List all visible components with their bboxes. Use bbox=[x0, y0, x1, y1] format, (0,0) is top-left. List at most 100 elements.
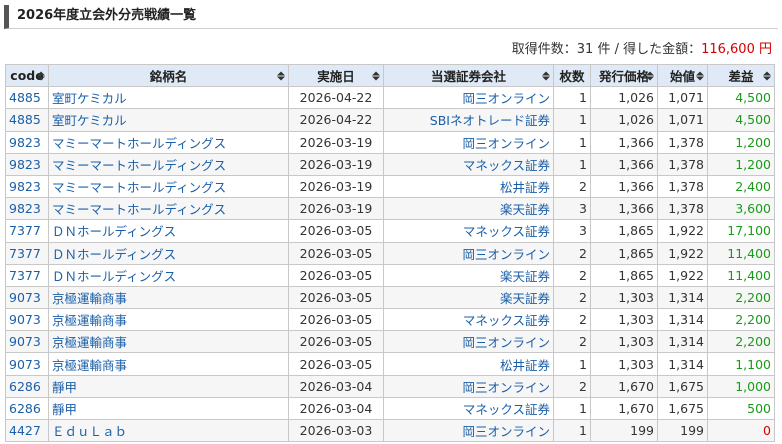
sort-icon[interactable] bbox=[37, 71, 45, 81]
cell-qty: 2 bbox=[553, 308, 591, 332]
summary: 取得件数：31 件 / 得した金額：116,600 円 bbox=[512, 41, 772, 59]
cell-profit: 4,500 bbox=[707, 108, 775, 132]
sort-icon[interactable] bbox=[277, 71, 285, 81]
table-body: 4885 室町ケミカル 2026-04-22 岡三オンライン 1 1,026 1,071 4,… bbox=[5, 86, 775, 443]
cell-qty: 2 bbox=[553, 374, 591, 398]
cell-code[interactable]: 4885 bbox=[5, 108, 49, 132]
cell-name[interactable]: 京極運輸商事 bbox=[48, 285, 289, 310]
cell-price: 1,670 bbox=[590, 396, 658, 421]
cell-open: 1,314 bbox=[657, 308, 708, 332]
cell-code[interactable]: 9823 bbox=[5, 130, 49, 154]
cell-broker[interactable]: 楽天証券 bbox=[383, 285, 554, 310]
cell-broker[interactable]: 岡三オンライン bbox=[383, 86, 554, 110]
cell-broker[interactable]: 岡三オンライン bbox=[383, 330, 554, 354]
cell-name[interactable]: ＤＮホールディングス bbox=[48, 219, 289, 243]
cell-profit: 0 bbox=[707, 418, 775, 443]
cell-date: 2026-03-04 bbox=[288, 374, 384, 398]
cell-name[interactable]: マミーマートホールディングス bbox=[48, 197, 289, 221]
cell-broker[interactable]: マネックス証券 bbox=[383, 396, 554, 421]
sort-icon[interactable] bbox=[542, 71, 550, 81]
sort-icon[interactable] bbox=[646, 71, 654, 81]
cell-name[interactable]: 京極運輸商事 bbox=[48, 352, 289, 376]
cell-broker[interactable]: 岡三オンライン bbox=[383, 374, 554, 398]
cell-date: 2026-03-04 bbox=[288, 396, 384, 421]
cell-code[interactable]: 9073 bbox=[5, 308, 49, 332]
cell-open: 1,071 bbox=[657, 108, 708, 132]
sort-icon[interactable] bbox=[696, 71, 704, 81]
cell-broker[interactable]: 松井証券 bbox=[383, 174, 554, 199]
cell-profit: 4,500 bbox=[707, 86, 775, 110]
table-row: 9073 京極運輸商事 2026-03-05 楽天証券 2 1,303 1,314 2,200 bbox=[5, 285, 775, 310]
cell-name[interactable]: マミーマートホールディングス bbox=[48, 174, 289, 199]
cell-open: 1,314 bbox=[657, 330, 708, 354]
cell-code[interactable]: 6286 bbox=[5, 374, 49, 398]
cell-name[interactable]: 京極運輸商事 bbox=[48, 330, 289, 354]
column-header-code[interactable]: code bbox=[5, 63, 49, 88]
cell-broker[interactable]: 岡三オンライン bbox=[383, 130, 554, 154]
column-header-qty[interactable]: 枚数 bbox=[553, 63, 591, 88]
cell-code[interactable]: 4427 bbox=[5, 418, 49, 443]
cell-name[interactable]: ＤＮホールディングス bbox=[48, 263, 289, 287]
cell-name[interactable]: マミーマートホールディングス bbox=[48, 130, 289, 154]
cell-profit: 2,400 bbox=[707, 174, 775, 199]
cell-profit: 2,200 bbox=[707, 285, 775, 310]
sort-icon[interactable] bbox=[763, 71, 771, 81]
cell-profit: 11,400 bbox=[707, 263, 775, 287]
table-row: 7377 ＤＮホールディングス 2026-03-05 マネックス証券 3 1,865 1,9… bbox=[5, 219, 775, 243]
table-row: 7377 ＤＮホールディングス 2026-03-05 岡三オンライン 2 1,865 1,9… bbox=[5, 241, 775, 265]
column-header-date[interactable]: 実施日 bbox=[288, 63, 384, 88]
cell-broker[interactable]: 楽天証券 bbox=[383, 263, 554, 287]
cell-open: 1,922 bbox=[657, 263, 708, 287]
cell-broker[interactable]: 岡三オンライン bbox=[383, 241, 554, 265]
cell-code[interactable]: 9073 bbox=[5, 330, 49, 354]
cell-date: 2026-03-05 bbox=[288, 352, 384, 376]
cell-name[interactable]: ＥｄｕＬａｂ bbox=[48, 418, 289, 443]
cell-profit: 17,100 bbox=[707, 219, 775, 243]
sort-icon[interactable] bbox=[372, 71, 380, 81]
column-header-label: 差益 bbox=[728, 69, 754, 85]
cell-broker[interactable]: マネックス証券 bbox=[383, 219, 554, 243]
cell-code[interactable]: 4885 bbox=[5, 86, 49, 110]
cell-broker[interactable]: SBIネオトレード証券 bbox=[383, 108, 554, 132]
cell-broker[interactable]: 松井証券 bbox=[383, 352, 554, 376]
column-header-open[interactable]: 始値 bbox=[657, 63, 708, 88]
cell-qty: 1 bbox=[553, 396, 591, 421]
column-header-label: 枚数 bbox=[559, 69, 585, 85]
cell-open: 1,922 bbox=[657, 241, 708, 265]
summary-prefix: 取得件数：31 件 / 得した金額： bbox=[511, 42, 702, 57]
cell-broker[interactable]: 楽天証券 bbox=[383, 197, 554, 221]
cell-name[interactable]: 京極運輸商事 bbox=[48, 308, 289, 332]
cell-code[interactable]: 9073 bbox=[5, 352, 49, 376]
cell-code[interactable]: 7377 bbox=[5, 263, 49, 287]
column-header-broker[interactable]: 当選証券会社 bbox=[383, 63, 554, 88]
cell-code[interactable]: 9823 bbox=[5, 197, 49, 221]
column-header-label: 実施日 bbox=[317, 69, 355, 85]
cell-name[interactable]: 靜甲 bbox=[48, 396, 289, 421]
cell-code[interactable]: 7377 bbox=[5, 241, 49, 265]
table-row: 9823 マミーマートホールディングス 2026-03-19 岡三オンライン 1 1,36… bbox=[5, 130, 775, 154]
cell-name[interactable]: マミーマートホールディングス bbox=[48, 152, 289, 176]
cell-price: 1,303 bbox=[590, 330, 658, 354]
cell-code[interactable]: 9073 bbox=[5, 285, 49, 310]
column-header-price[interactable]: 発行価格 bbox=[590, 63, 658, 88]
cell-code[interactable]: 6286 bbox=[5, 396, 49, 421]
table-row: 6286 靜甲 2026-03-04 マネックス証券 1 1,670 1,675 500 bbox=[5, 396, 775, 421]
cell-qty: 2 bbox=[553, 174, 591, 199]
cell-broker[interactable]: マネックス証券 bbox=[383, 308, 554, 332]
cell-qty: 2 bbox=[553, 330, 591, 354]
cell-code[interactable]: 9823 bbox=[5, 174, 49, 199]
cell-open: 1,675 bbox=[657, 374, 708, 398]
cell-code[interactable]: 7377 bbox=[5, 219, 49, 243]
cell-broker[interactable]: マネックス証券 bbox=[383, 152, 554, 176]
cell-price: 1,865 bbox=[590, 263, 658, 287]
cell-name[interactable]: ＤＮホールディングス bbox=[48, 241, 289, 265]
cell-name[interactable]: 室町ケミカル bbox=[48, 86, 289, 110]
cell-price: 1,670 bbox=[590, 374, 658, 398]
cell-price: 1,366 bbox=[590, 174, 658, 199]
column-header-name[interactable]: 銘柄名 bbox=[48, 63, 289, 88]
cell-name[interactable]: 靜甲 bbox=[48, 374, 289, 398]
column-header-profit[interactable]: 差益 bbox=[707, 63, 775, 88]
cell-broker[interactable]: 岡三オンライン bbox=[383, 418, 554, 443]
cell-code[interactable]: 9823 bbox=[5, 152, 49, 176]
cell-name[interactable]: 室町ケミカル bbox=[48, 108, 289, 132]
